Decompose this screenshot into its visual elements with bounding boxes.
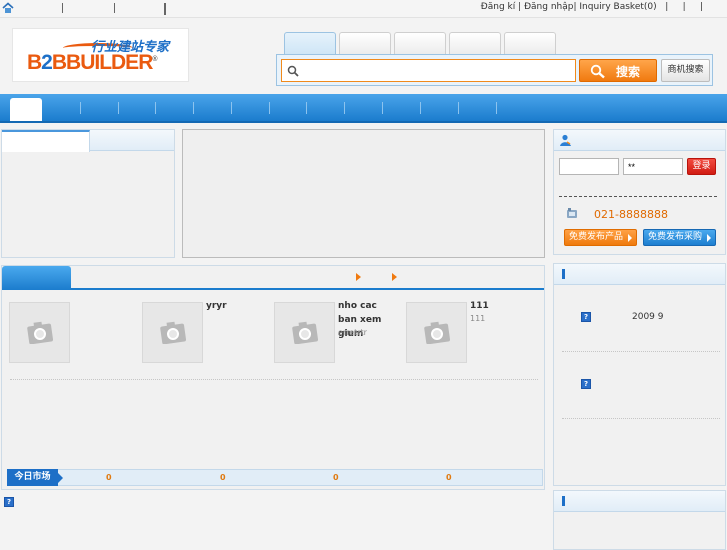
search-input[interactable] <box>281 59 576 82</box>
password-input[interactable] <box>623 158 683 175</box>
market-label-arrow <box>58 473 63 483</box>
products-panel: yryr nho cac ban xem gium erretrtr 111 1… <box>1 265 545 490</box>
search-tab-1[interactable] <box>284 32 336 54</box>
products-tab-active[interactable] <box>2 266 71 290</box>
site-logo[interactable]: 行业建站专家 B2BBUILDER® <box>12 28 189 82</box>
top-separator <box>62 3 63 13</box>
nav-divider <box>306 102 307 114</box>
register-link[interactable]: Đăng kí <box>481 2 515 12</box>
nav-divider <box>231 102 232 114</box>
arrow-icon <box>356 273 361 281</box>
product-thumbnail[interactable] <box>142 302 203 363</box>
hotline-number: 021-8888888 <box>594 208 668 221</box>
top-separator <box>164 3 166 15</box>
nav-divider <box>420 102 421 114</box>
search-bar: 搜索 商机搜索 <box>276 54 713 86</box>
nav-divider <box>458 102 459 114</box>
search-icon <box>287 65 299 80</box>
top-sep-text: | <box>699 2 703 12</box>
market-value: 0 <box>446 473 452 482</box>
member-panel-header <box>554 130 725 151</box>
top-sep-text: | <box>573 2 577 12</box>
news-panel: ? 2009 9 ? <box>553 263 726 486</box>
news-divider <box>562 418 720 419</box>
news-divider <box>562 351 720 352</box>
top-sep-text: | <box>682 2 686 12</box>
nav-divider <box>344 102 345 114</box>
phone-icon <box>566 208 578 222</box>
help-icon[interactable]: ? <box>4 497 14 507</box>
market-label: 今日市场 <box>7 469 58 486</box>
login-button[interactable]: 登录 <box>687 158 716 175</box>
product-description: erretrtr <box>338 328 367 337</box>
post-product-button[interactable]: 免费发布产品 <box>564 229 637 246</box>
header-marker-icon <box>562 269 565 279</box>
help-icon[interactable]: ? <box>581 379 591 389</box>
category-tab-active[interactable] <box>2 130 90 152</box>
news-panel-header <box>554 264 725 285</box>
search-tab-3[interactable] <box>394 32 446 54</box>
top-bar: Đăng kí | Đăng nhập| Inquiry Basket(0) |… <box>0 0 727 18</box>
nav-divider <box>269 102 270 114</box>
search-tab-4[interactable] <box>449 32 501 54</box>
nav-divider <box>155 102 156 114</box>
top-separator <box>114 3 115 13</box>
search-tab-2[interactable] <box>339 32 391 54</box>
category-panel <box>1 129 175 258</box>
products-panel-header <box>2 266 544 290</box>
news-date: 2009 9 <box>632 312 664 322</box>
nav-divider <box>496 102 497 114</box>
search-tab-5[interactable] <box>504 32 556 54</box>
side-panel-bottom-header <box>554 491 725 512</box>
member-panel: 登录 021-8888888 免费发布产品 免费发布采购 <box>553 129 726 255</box>
inquiry-basket-link[interactable]: Inquiry Basket(0) <box>579 2 656 12</box>
arrow-icon <box>392 273 397 281</box>
magnifier-icon <box>590 64 606 82</box>
nav-divider <box>118 102 119 114</box>
top-sep-text: | <box>665 2 669 12</box>
nav-divider <box>193 102 194 114</box>
product-name[interactable]: yryr <box>206 299 266 313</box>
logo-wordmark: B2BBUILDER® <box>27 51 158 74</box>
product-thumbnail[interactable] <box>274 302 335 363</box>
product-thumbnail[interactable] <box>9 302 70 363</box>
member-divider <box>559 196 717 197</box>
market-value: 0 <box>333 473 339 482</box>
search-button-label: 搜索 <box>616 65 641 79</box>
market-value: 0 <box>106 473 112 482</box>
nav-item-home[interactable] <box>10 98 42 121</box>
market-strip <box>7 469 543 486</box>
nav-divider <box>382 102 383 114</box>
business-search-button[interactable]: 商机搜索 <box>661 59 710 82</box>
banner-area <box>182 129 545 258</box>
nav-divider <box>80 102 81 114</box>
help-icon[interactable]: ? <box>581 312 591 322</box>
home-icon[interactable] <box>2 2 14 17</box>
products-divider <box>10 379 538 380</box>
product-description: 111 <box>470 314 486 323</box>
login-link[interactable]: Đăng nhập <box>524 2 573 12</box>
top-sep-text: | <box>518 2 522 12</box>
market-value: 0 <box>220 473 226 482</box>
header-marker-icon <box>562 496 565 506</box>
main-nav <box>0 94 727 123</box>
product-name[interactable]: 111 <box>470 299 530 313</box>
user-icon <box>559 134 572 150</box>
search-button[interactable]: 搜索 <box>579 59 657 82</box>
product-thumbnail[interactable] <box>406 302 467 363</box>
side-panel-bottom <box>553 490 726 550</box>
username-input[interactable] <box>559 158 619 175</box>
post-purchase-button[interactable]: 免费发布采购 <box>643 229 716 246</box>
